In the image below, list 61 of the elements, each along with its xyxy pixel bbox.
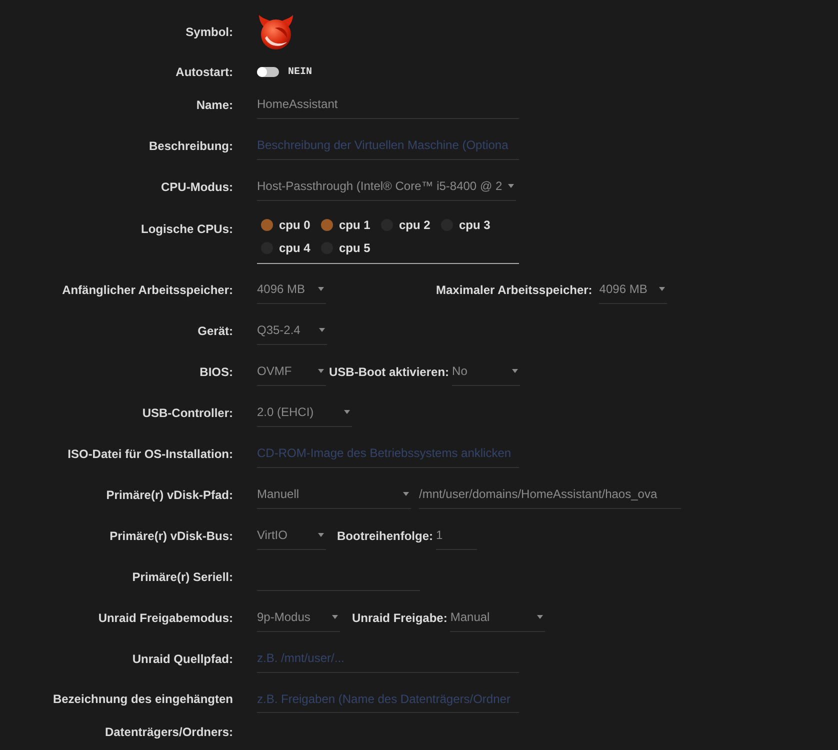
field-label: Unraid Quellpfad: <box>132 650 233 668</box>
bios-select[interactable]: OVMF <box>257 358 326 386</box>
cpu-label[interactable]: cpu 0 <box>279 216 310 234</box>
field-label: BIOS: <box>200 364 233 380</box>
share-mode-select[interactable]: 9p-Modus <box>257 604 340 632</box>
name-input[interactable]: HomeAssistant <box>257 90 519 118</box>
field-label: Primäre(r) Seriell: <box>132 568 233 586</box>
field-label: Bezeichnung des eingehängten Datenträgers/Ordners: <box>52 691 233 741</box>
cpu-label[interactable]: cpu 5 <box>339 238 370 256</box>
cpu-checkbox[interactable] <box>321 218 333 230</box>
cpu-checkbox[interactable] <box>261 218 273 230</box>
mount-tag-input[interactable]: z.B. Freigaben (Name des Datenträgers/Ordner <box>257 685 519 713</box>
caret-down-icon <box>512 369 518 373</box>
caret-down-icon <box>318 533 324 537</box>
initial-memory-select[interactable]: 4096 MB <box>257 276 326 304</box>
caret-down-icon <box>508 184 514 188</box>
caret-down-icon <box>318 369 324 373</box>
cpu-mode-select[interactable]: Host-Passthrough (Intel® Core™ i5-8400 @ 2 <box>257 172 516 200</box>
field-label: Name: <box>196 96 233 114</box>
caret-down-icon <box>537 615 544 619</box>
share-select[interactable]: Manual <box>450 604 546 632</box>
field-label: Primäre(r) vDisk-Bus: <box>110 528 233 544</box>
boot-order-input[interactable]: 1 <box>436 522 477 550</box>
toggle-state-text: NEIN <box>288 66 312 80</box>
description-input[interactable]: Beschreibung der Virtuellen Maschine (Optiona <box>257 132 519 160</box>
field-label: Primäre(r) vDisk-Pfad: <box>106 486 233 504</box>
vdisk-path-input[interactable]: /mnt/user/domains/HomeAssistant/haos_ova <box>419 480 681 508</box>
field-label: Anfänglicher Arbeitsspeicher: <box>62 282 233 298</box>
caret-down-icon <box>319 328 325 332</box>
field-label: Gerät: <box>198 322 233 340</box>
caret-down-icon <box>332 615 338 619</box>
caret-down-icon <box>318 287 324 291</box>
vdisk-bus-select[interactable]: VirtIO <box>257 522 326 550</box>
caret-down-icon <box>659 287 666 291</box>
usb-boot-select[interactable]: No <box>452 358 520 386</box>
autostart-toggle[interactable] <box>257 67 279 77</box>
usb-controller-select[interactable]: 2.0 (EHCI) <box>257 398 352 426</box>
field-label: Autostart: <box>176 64 233 81</box>
field-label: USB-Boot aktivieren: <box>329 364 450 380</box>
caret-down-icon <box>403 492 409 496</box>
iso-file-input[interactable]: CD-ROM-Image des Betriebssystems anklicken <box>257 440 519 468</box>
field-label: Logische CPUs: <box>140 221 233 238</box>
cpu-label[interactable]: cpu 4 <box>279 238 310 256</box>
field-label: Unraid Freigabe: <box>352 610 448 626</box>
field-label: ISO-Datei für OS-Installation: <box>68 446 233 462</box>
caret-down-icon <box>344 410 350 414</box>
machine-select[interactable]: Q35-2.4 <box>257 316 327 344</box>
cpu-label[interactable]: cpu 3 <box>459 216 490 234</box>
source-path-input[interactable]: z.B. /mnt/user/... <box>257 644 519 672</box>
field-label: Symbol: <box>186 24 233 41</box>
max-memory-select[interactable]: 4096 MB <box>599 276 668 304</box>
cpu-label[interactable]: cpu 2 <box>399 216 430 234</box>
cpu-label[interactable]: cpu 1 <box>339 216 370 234</box>
field-label: USB-Controller: <box>142 404 233 422</box>
field-label: Unraid Freigabemodus: <box>98 610 233 626</box>
field-label: Beschreibung: <box>148 138 233 154</box>
field-label: Maximaler Arbeitsspeicher: <box>436 282 592 298</box>
horned-ball-icon <box>258 14 294 50</box>
vdisk-path-select[interactable]: Manuell <box>257 480 411 508</box>
field-label: Bootreihenfolge: <box>337 528 433 544</box>
field-label: CPU-Modus: <box>161 178 233 196</box>
